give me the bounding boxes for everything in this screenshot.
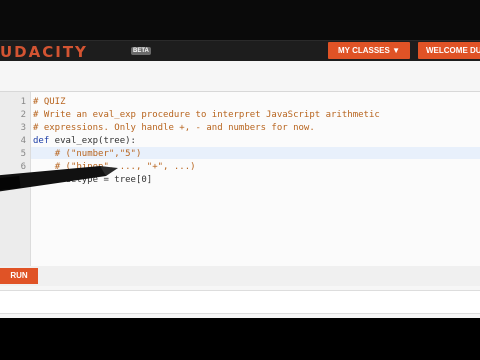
code-line[interactable]: nodetype = tree[0] (33, 175, 153, 185)
def-keyword: def (33, 136, 50, 146)
line-number: 7 (20, 175, 26, 185)
function-signature: eval_exp(tree): (49, 136, 136, 146)
line-number: 5 (20, 149, 26, 159)
run-toolbar (0, 266, 480, 286)
code-line[interactable]: # ("number","5") (33, 149, 142, 159)
top-bar (0, 0, 480, 40)
line-number: 1 (20, 97, 26, 107)
code-line[interactable]: # expressions. Only handle +, - and numb… (33, 123, 315, 133)
code-comment: # ("binop", ..., "+", ...) (54, 162, 196, 172)
code-line[interactable]: # ("binop", ..., "+", ...) (33, 162, 196, 172)
welcome-user-button[interactable]: WELCOME DU (418, 42, 480, 59)
line-number: 6 (20, 162, 26, 172)
udacity-logo[interactable]: UDACITY (0, 43, 88, 61)
code-line[interactable]: # QUIZ (33, 97, 66, 107)
line-number-gutter: 1 2 3 4 5 6 7 (0, 92, 31, 266)
code-editor[interactable]: 1 2 3 4 5 6 7 # QUIZ # Write an eval_exp… (0, 91, 480, 267)
code-line[interactable]: # Write an eval_exp procedure to interpr… (33, 110, 380, 120)
navigation-bar: UDACITY BETA MY CLASSES ▼ WELCOME DU (0, 40, 480, 61)
beta-badge: BETA (131, 47, 151, 55)
code-comment: # ("number","5") (54, 149, 142, 159)
code-line[interactable]: def eval_exp(tree): (33, 136, 136, 146)
line-number: 2 (20, 110, 26, 120)
run-button[interactable]: RUN (0, 268, 38, 284)
line-number: 3 (20, 123, 26, 133)
my-classes-button[interactable]: MY CLASSES ▼ (328, 42, 410, 59)
line-number: 4 (20, 136, 26, 146)
output-panel (0, 290, 480, 314)
